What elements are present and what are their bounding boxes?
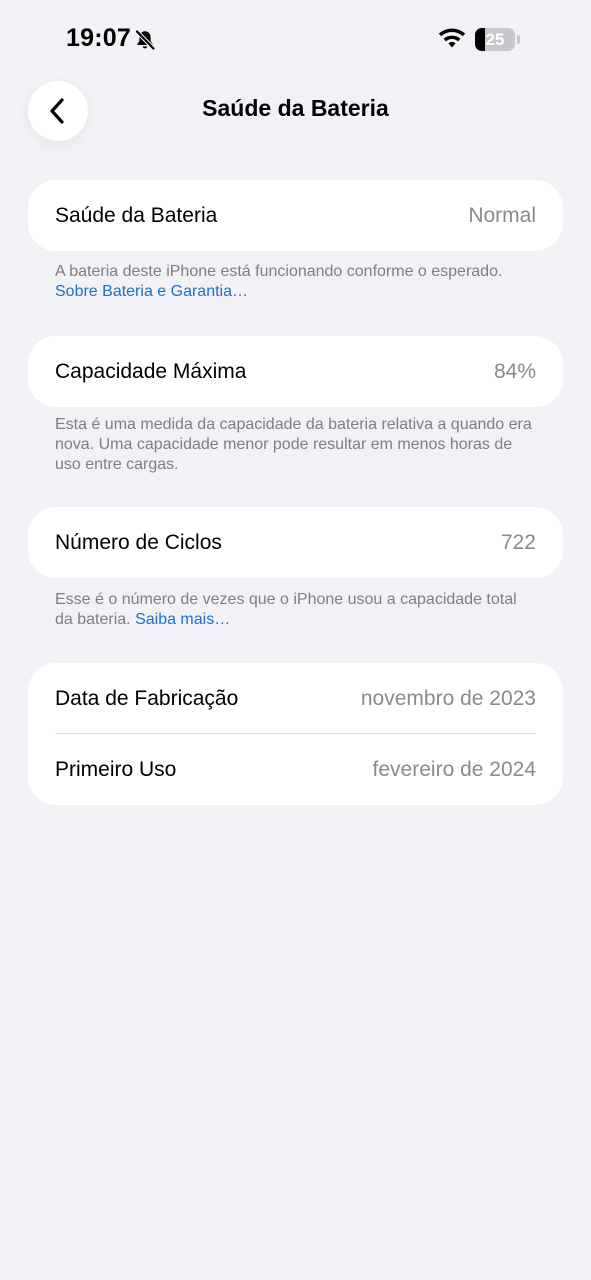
dates-card: Data de Fabricação novembro de 2023 Prim… — [28, 663, 563, 805]
manufacture-date-value: novembro de 2023 — [360, 686, 536, 710]
battery-body: 25 — [475, 28, 515, 51]
bell-slash-icon — [134, 29, 156, 51]
wifi-icon — [438, 28, 466, 48]
first-use-row: Primeiro Uso fevereiro de 2024 — [28, 734, 563, 805]
battery-health-footnote-text: A bateria deste iPhone está funcionando … — [55, 263, 503, 280]
battery-health-label: Saúde da Bateria — [55, 203, 218, 227]
battery-health-footnote: A bateria deste iPhone está funcionando … — [55, 262, 535, 302]
max-capacity-value: 84% — [493, 359, 536, 383]
cycle-count-card: Número de Ciclos 722 — [28, 507, 563, 578]
max-capacity-footnote: Esta é uma medida da capacidade da bater… — [55, 416, 532, 473]
cycle-count-value: 722 — [500, 530, 536, 554]
max-capacity-row: Capacidade Máxima 84% — [28, 336, 563, 407]
learn-more-link[interactable]: Saiba mais… — [135, 611, 230, 628]
status-bar: 19:07 25 — [0, 0, 591, 80]
first-use-label: Primeiro Uso — [55, 757, 177, 781]
battery-warranty-link[interactable]: Sobre Bateria e Garantia… — [55, 283, 248, 300]
cycle-count-row: Número de Ciclos 722 — [28, 507, 563, 578]
cycle-count-label: Número de Ciclos — [55, 530, 222, 554]
battery-health-row: Saúde da Bateria Normal — [28, 180, 563, 251]
cycle-count-footnote-text: Esse é o número de vezes que o iPhone us… — [55, 591, 517, 628]
cycle-count-footnote: Esse é o número de vezes que o iPhone us… — [55, 590, 535, 630]
first-use-value: fevereiro de 2024 — [372, 757, 536, 781]
page-title: Saúde da Bateria — [202, 95, 389, 121]
battery-health-value: Normal — [468, 203, 536, 227]
battery-cap — [517, 35, 520, 44]
battery-icon: 25 — [475, 28, 521, 51]
max-capacity-label: Capacidade Máxima — [55, 359, 247, 383]
battery-level: 25 — [485, 30, 505, 49]
status-time: 19:07 — [66, 24, 131, 52]
manufacture-date-row: Data de Fabricação novembro de 2023 — [28, 663, 563, 734]
max-capacity-card: Capacidade Máxima 84% — [28, 336, 563, 407]
manufacture-date-label: Data de Fabricação — [55, 686, 239, 710]
battery-health-card: Saúde da Bateria Normal — [28, 180, 563, 251]
